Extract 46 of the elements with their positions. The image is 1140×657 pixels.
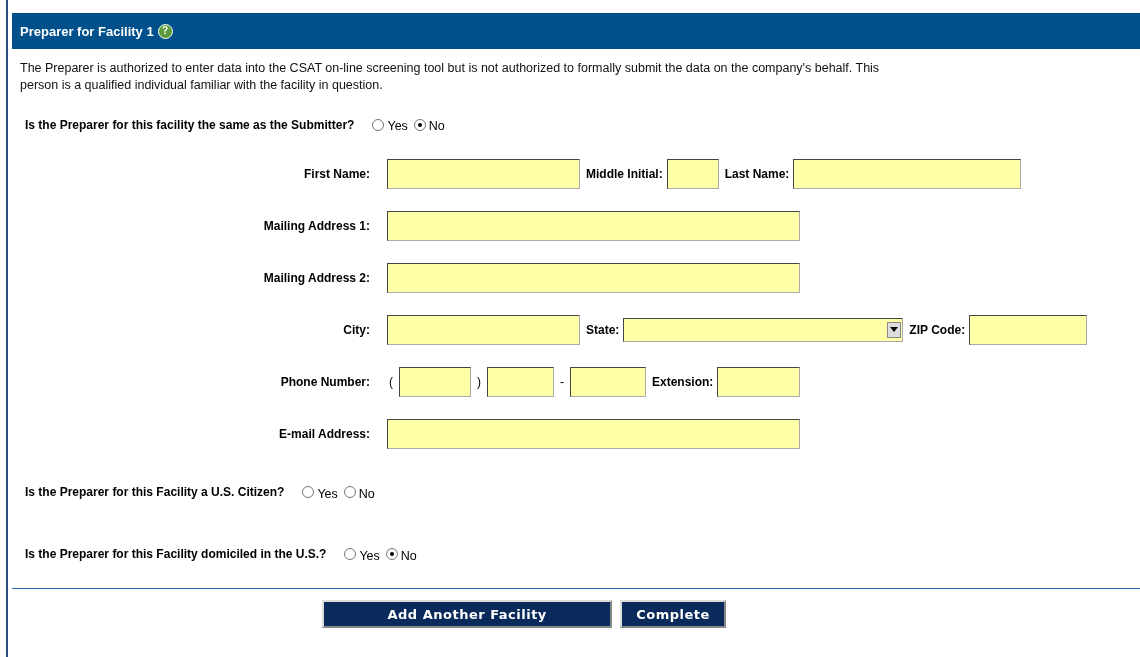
field-label: ZIP Code: (909, 322, 966, 337)
field-label: State: (586, 322, 620, 337)
separator-text: ) (477, 374, 481, 389)
section-title: Preparer for Facility 1 (20, 23, 154, 39)
input-field[interactable] (717, 366, 801, 397)
radio-button[interactable] (302, 486, 315, 498)
input-field[interactable] (387, 418, 800, 449)
field-label: First Name: (302, 166, 370, 181)
input-field[interactable] (399, 366, 471, 397)
action-button[interactable]: Complete (620, 600, 726, 628)
separator-text: - (560, 374, 564, 389)
input-field[interactable] (969, 314, 1088, 345)
field-label: City: (342, 322, 370, 337)
question-label: Is the Preparer for this Facility domiciled in the U.S.? (25, 547, 327, 561)
option-label: Yes (359, 548, 380, 563)
option-label: No (358, 486, 375, 501)
radio-button[interactable] (344, 548, 357, 560)
option-label: No (400, 548, 417, 563)
input-field[interactable] (666, 158, 719, 189)
description-text: The Preparer is authorized to enter data into the CSAT on-line screening tool but is not authorized to formally submit the data on the company's behalf. This person is a qualified individual familiar with the facility in question. (20, 60, 881, 94)
field-label: Mailing Address 1: (262, 218, 370, 233)
radio-button[interactable] (372, 118, 385, 131)
separator-text: ( (389, 374, 393, 389)
input-field[interactable] (387, 262, 800, 293)
field-label: Phone Number: (279, 374, 370, 389)
option-label: No (428, 119, 445, 133)
option-label: Yes (317, 486, 338, 501)
radio-button[interactable] (343, 486, 356, 498)
dropdown[interactable] (623, 317, 904, 342)
question-label: Is the Preparer for this Facility a U.S. Citizen? (25, 485, 285, 499)
radio-button[interactable] (413, 118, 426, 131)
input-field[interactable] (570, 366, 646, 397)
input-field[interactable] (387, 210, 800, 241)
field-label: Last Name: (724, 166, 790, 181)
radio-button[interactable] (385, 548, 398, 560)
option-label: Yes (387, 119, 408, 133)
field-label: Mailing Address 2: (262, 270, 370, 285)
field-label: Middle Initial: (586, 166, 663, 181)
input-field[interactable] (387, 158, 580, 189)
input-field[interactable] (387, 314, 580, 345)
action-button[interactable]: Add Another Facility (322, 600, 613, 628)
field-label: Extension: (652, 374, 714, 389)
input-field[interactable] (793, 158, 1022, 189)
input-field[interactable] (487, 366, 554, 397)
question-label: Is the Preparer for this facility the same as the Submitter? (25, 117, 355, 132)
field-label: E-mail Address: (278, 426, 370, 441)
